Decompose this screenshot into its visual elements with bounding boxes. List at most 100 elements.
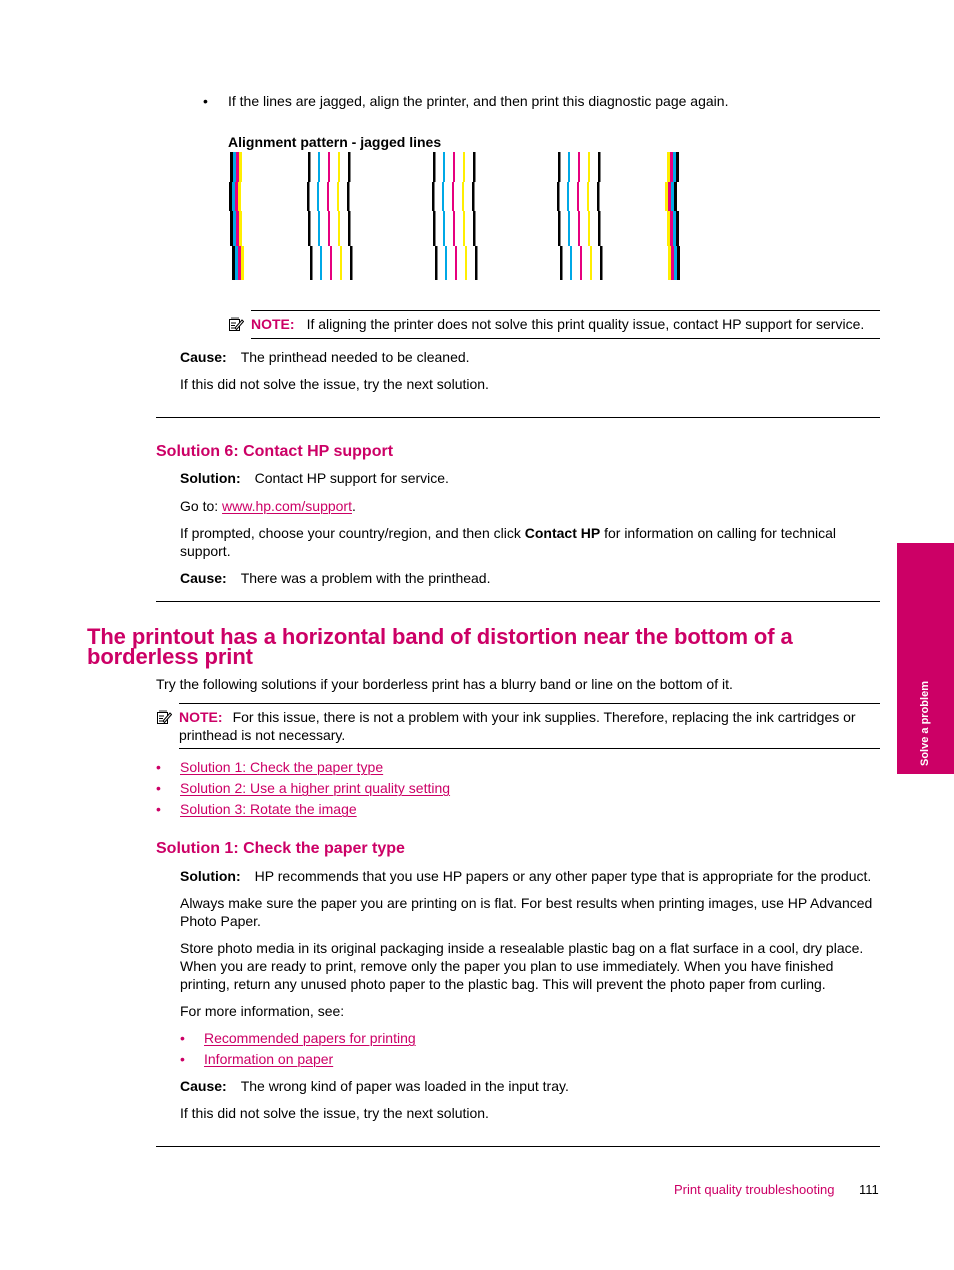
bullet-dot: • (180, 1051, 185, 1067)
pattern-line-cyan (443, 152, 445, 182)
bullet-dot: • (156, 759, 161, 775)
pattern-line-magenta (578, 152, 580, 182)
pattern-line-yellow (337, 182, 339, 211)
note-rule-top (251, 310, 880, 311)
pattern-line-yellow (668, 246, 671, 280)
pattern-line-cyan (442, 182, 444, 211)
pattern-line-cyan (232, 182, 235, 211)
solution-label: Solution: (180, 470, 241, 486)
note-rule-bottom (179, 748, 880, 749)
next-solution-text: If this did not solve the issue, try the… (180, 376, 489, 392)
pattern-group-4 (557, 152, 603, 280)
link-recommended-papers[interactable]: Recommended papers for printing (204, 1029, 416, 1047)
pattern-line-cyan (235, 246, 238, 280)
pattern-line-black (600, 246, 603, 280)
pattern-line-cyan (673, 152, 676, 182)
pattern-line-magenta (328, 211, 330, 246)
note-ink-supplies: NOTE: For this issue, there is not a prob… (179, 708, 884, 744)
bullet-dot: • (203, 93, 208, 109)
band-intro: Try the following solutions if your bord… (156, 676, 733, 692)
pattern-line-cyan (568, 211, 570, 246)
bullet-dot: • (180, 1030, 185, 1046)
pattern-line-black (677, 246, 680, 280)
pattern-line-magenta (453, 211, 455, 246)
pattern-line-cyan (233, 152, 236, 182)
pattern-line-yellow (463, 211, 465, 246)
note-rule-bottom (251, 338, 880, 339)
pattern-line-black (472, 182, 475, 211)
pattern-line-cyan (671, 182, 674, 211)
link-information-on-paper[interactable]: Information on paper (204, 1050, 333, 1068)
solution1-heading: Solution 1: Check the paper type (156, 840, 405, 857)
link-solution-1[interactable]: Solution 1: Check the paper type (180, 758, 383, 776)
pattern-group-1 (229, 152, 244, 280)
hp-support-link[interactable]: www.hp.com/support (222, 498, 352, 514)
cause-label: Cause: (180, 349, 227, 365)
pattern-line-yellow (241, 246, 244, 280)
pattern-line-black (347, 182, 350, 211)
pattern-line-yellow (338, 211, 340, 246)
pattern-line-black (435, 246, 438, 280)
pattern-line-magenta (238, 246, 241, 280)
pattern-line-black (676, 211, 679, 246)
band-section-title: The printout has a horizontal band of di… (87, 624, 793, 669)
contact-hp-bold: Contact HP (524, 525, 601, 541)
pattern-line-magenta (327, 182, 329, 211)
pattern-line-cyan (567, 182, 569, 211)
pattern-line-magenta (452, 182, 454, 211)
pattern-group-2 (307, 152, 353, 280)
pattern-line-black (308, 152, 311, 182)
pattern-line-cyan (443, 211, 445, 246)
goto-suffix: . (351, 498, 356, 514)
solution6-goto: Go to: www.hp.com/support. (180, 497, 356, 515)
solution1-solution: Solution: HP recommends that you use HP p… (180, 867, 871, 885)
pattern-line-yellow (667, 211, 670, 246)
pattern-line-cyan (317, 182, 319, 211)
pattern-line-cyan (320, 246, 322, 280)
pattern-line-black (348, 211, 351, 246)
cause-text: There was a problem with the printhead. (240, 570, 491, 586)
cause-printhead-cleaned: Cause: The printhead needed to be cleaned… (180, 348, 470, 366)
solution6-cause: Cause: There was a problem with the print… (180, 569, 491, 587)
section-divider (156, 601, 880, 602)
pattern-line-magenta (235, 182, 238, 211)
side-tab-label: Solve a problem (919, 681, 931, 766)
pattern-line-black (597, 182, 600, 211)
pattern-line-cyan (673, 211, 676, 246)
note-label: NOTE: (179, 709, 223, 725)
note-rule-top (179, 703, 880, 704)
pattern-line-black (560, 246, 563, 280)
prompt-text-pre: If prompted, choose your country/region,… (180, 525, 525, 541)
cause-text: The printhead needed to be cleaned. (240, 349, 470, 365)
pattern-line-yellow (239, 152, 242, 182)
solution1-flat-paragraph: Always make sure the paper you are print… (180, 895, 873, 929)
pattern-line-magenta (668, 182, 671, 211)
link-solution-3[interactable]: Solution 3: Rotate the image (180, 800, 357, 818)
more-info-text: For more information, see: (180, 1003, 345, 1019)
pattern-line-magenta (236, 211, 239, 246)
pattern-line-black (433, 152, 436, 182)
pattern-line-black (230, 152, 233, 182)
pattern-line-black (307, 182, 310, 211)
note-label: NOTE: (251, 316, 295, 332)
pattern-line-black (676, 152, 679, 182)
solution1-cause: Cause: The wrong kind of paper was loaded… (180, 1077, 569, 1095)
pattern-line-yellow (462, 182, 464, 211)
section-divider (156, 1146, 880, 1147)
link-solution-2[interactable]: Solution 2: Use a higher print quality s… (180, 779, 450, 797)
pattern-line-magenta (671, 246, 674, 280)
pattern-line-black (308, 211, 311, 246)
pattern-caption: Alignment pattern - jagged lines (228, 134, 442, 150)
pattern-line-black (558, 211, 561, 246)
pattern-line-yellow (590, 246, 592, 280)
pattern-line-cyan (570, 246, 572, 280)
pattern-line-black (432, 182, 435, 211)
pattern-line-yellow (463, 152, 465, 182)
pattern-line-black (598, 152, 601, 182)
pattern-line-magenta (328, 152, 330, 182)
note-aligning: NOTE: If aligning the printer does not so… (251, 315, 864, 333)
pattern-line-black (433, 211, 436, 246)
next-solution-text: If this did not solve the issue, try the… (180, 1105, 489, 1121)
cause-label: Cause: (180, 570, 227, 586)
pattern-line-yellow (587, 182, 589, 211)
